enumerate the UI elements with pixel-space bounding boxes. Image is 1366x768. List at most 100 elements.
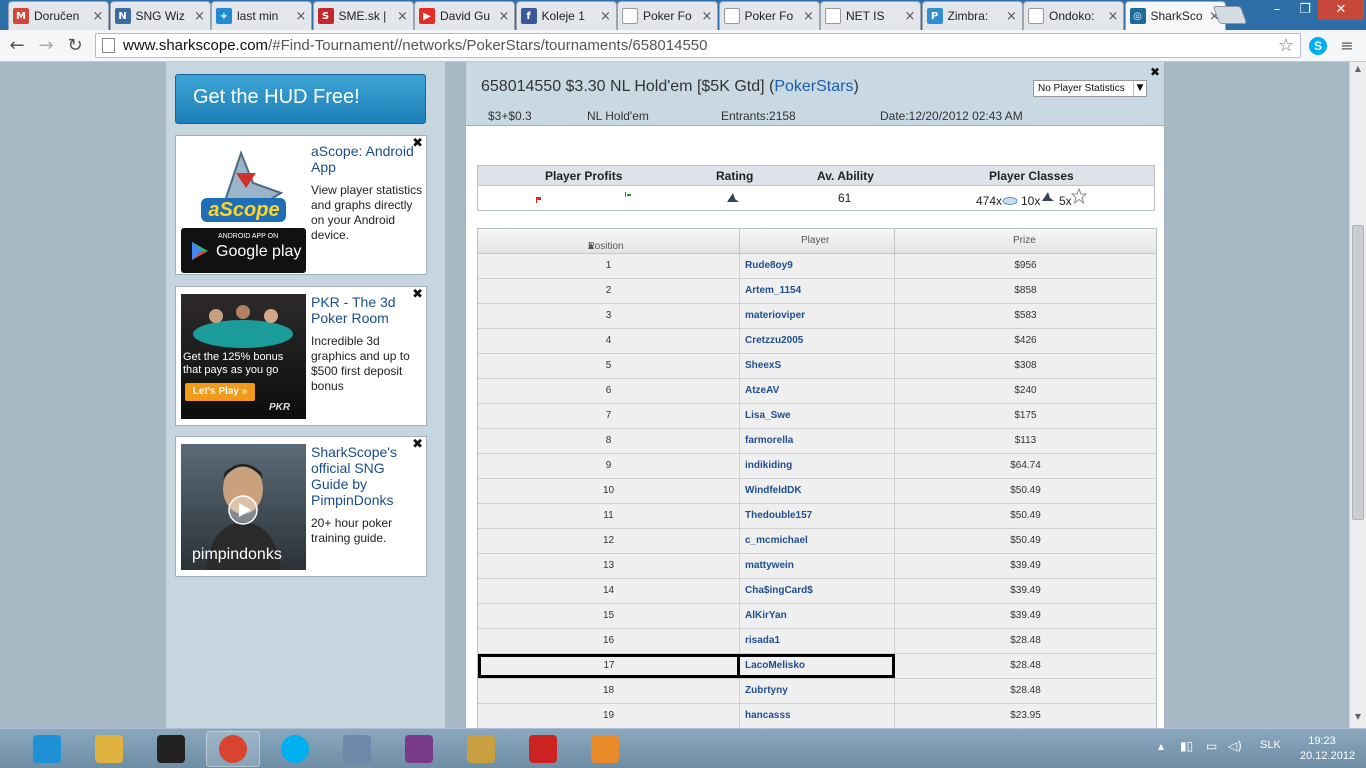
close-panel-icon[interactable]: ✖ <box>1150 65 1160 79</box>
scrollbar-thumb[interactable] <box>1352 225 1364 520</box>
maximize-button[interactable]: ❐ <box>1292 0 1318 20</box>
ad-sng-guide[interactable]: ✖ pimpindonks SharkScope's official SNG … <box>175 436 427 577</box>
table-row[interactable]: 9 indikiding $64.74 <box>478 454 1156 479</box>
browser-tab[interactable]: ▶ David Gu × <box>414 1 515 30</box>
player-link[interactable]: Cha$ingCard$ <box>740 579 895 603</box>
pkr-image[interactable]: Get the 125% bonus that pays as you go L… <box>181 294 306 419</box>
close-tab-icon[interactable]: × <box>904 9 916 24</box>
player-statistics-select[interactable]: No Player Statistics ▼ <box>1033 80 1147 97</box>
back-arrow-icon[interactable]: ← <box>4 34 30 58</box>
winrar-icon[interactable] <box>392 731 446 767</box>
skype-extension-icon[interactable]: S <box>1307 35 1329 57</box>
network-icon[interactable]: ▮▯ <box>1180 739 1193 753</box>
ad-heading[interactable]: PKR - The 3d Poker Room <box>311 294 423 326</box>
close-tab-icon[interactable]: × <box>803 9 815 24</box>
language-indicator[interactable]: SLK <box>1260 739 1281 751</box>
ad-pkr[interactable]: ✖ Get the 125% bonus that pays as you go… <box>175 286 427 426</box>
close-tab-icon[interactable]: × <box>498 9 510 24</box>
chrome-icon[interactable] <box>206 731 260 767</box>
network-link[interactable]: PokerStars <box>774 78 853 95</box>
browser-tab[interactable]: N SNG Wiz × <box>109 1 211 30</box>
address-bar[interactable]: www.sharkscope.com/#Find-Tournament//net… <box>95 33 1301 58</box>
player-link[interactable]: mattywein <box>740 554 895 578</box>
table-row[interactable]: 14 Cha$ingCard$ $39.49 <box>478 579 1156 604</box>
player-link[interactable]: Lisa_Swe <box>740 404 895 428</box>
pokerstars-icon[interactable] <box>516 731 570 767</box>
table-row[interactable]: 1 Rude8oy9 $956 <box>478 254 1156 279</box>
ascope-app-image[interactable]: aScope ANDROID APP ON Google play <box>181 143 306 273</box>
menu-icon[interactable]: ≡ <box>1334 34 1360 58</box>
table-row[interactable]: 10 WindfeldDK $50.49 <box>478 479 1156 504</box>
show-hidden-icons[interactable]: ▴ <box>1158 739 1164 753</box>
player-link[interactable]: Zubrtyny <box>740 679 895 703</box>
close-tab-icon[interactable]: × <box>397 9 409 24</box>
browser-tab[interactable]: P Zimbra: × <box>921 1 1023 30</box>
table-row[interactable]: 3 materioviper $583 <box>478 304 1156 329</box>
paint-icon[interactable] <box>578 731 632 767</box>
close-window-button[interactable]: ✕ <box>1318 0 1364 20</box>
close-tab-icon[interactable]: × <box>1006 9 1018 24</box>
forward-arrow-icon[interactable]: → <box>33 34 59 58</box>
player-link[interactable]: risada1 <box>740 629 895 653</box>
table-row[interactable]: 4 Cretzzu2005 $426 <box>478 329 1156 354</box>
mail-icon[interactable] <box>454 731 508 767</box>
table-row[interactable]: 2 Artem_1154 $858 <box>478 279 1156 304</box>
table-row[interactable]: 17 LacoMelisko $28.48 <box>478 654 1156 679</box>
close-tab-icon[interactable]: × <box>92 9 104 24</box>
ad-heading[interactable]: aScope: Android App <box>311 143 423 175</box>
battery-icon[interactable]: ▭ <box>1206 739 1217 753</box>
player-link[interactable]: Thedouble157 <box>740 504 895 528</box>
browser-tab[interactable]: S SME.sk | × <box>312 1 414 30</box>
browser-tab[interactable]: Poker Fo × <box>718 1 820 30</box>
table-row[interactable]: 15 AlKirYan $39.49 <box>478 604 1156 629</box>
browser-tab[interactable]: + last min × <box>211 1 312 30</box>
minimize-button[interactable]: – <box>1262 0 1292 20</box>
close-tab-icon[interactable]: × <box>295 9 307 24</box>
table-row[interactable]: 13 mattywein $39.49 <box>478 554 1156 579</box>
bookmark-star-icon[interactable]: ☆ <box>1278 35 1294 56</box>
lets-play-button[interactable]: Let's Play » <box>185 383 255 401</box>
player-link[interactable]: indikiding <box>740 454 895 478</box>
browser-tab[interactable]: Ondoko: × <box>1023 1 1124 30</box>
table-row[interactable]: 8 farmorella $113 <box>478 429 1156 454</box>
player-link[interactable]: c_mcmichael <box>740 529 895 553</box>
amazon-icon[interactable] <box>144 731 198 767</box>
player-link[interactable]: AlKirYan <box>740 604 895 628</box>
player-link[interactable]: WindfeldDK <box>740 479 895 503</box>
volume-icon[interactable]: ◁) <box>1228 739 1242 753</box>
table-row[interactable]: 12 c_mcmichael $50.49 <box>478 529 1156 554</box>
column-player[interactable]: Player <box>801 235 829 246</box>
page-scrollbar[interactable]: ▲ ▼ <box>1349 62 1366 728</box>
player-link[interactable]: Rude8oy9 <box>740 254 895 278</box>
browser-tab[interactable]: M Doručen × <box>8 1 109 30</box>
skype-icon[interactable] <box>268 731 322 767</box>
player-link[interactable]: AtzeAV <box>740 379 895 403</box>
documents-icon[interactable] <box>330 731 384 767</box>
close-tab-icon[interactable]: × <box>600 9 612 24</box>
table-row[interactable]: 18 Zubrtyny $28.48 <box>478 679 1156 704</box>
player-link[interactable]: SheexS <box>740 354 895 378</box>
browser-tab[interactable]: f Koleje 1 × <box>515 1 617 30</box>
table-row[interactable]: 11 Thedouble157 $50.49 <box>478 504 1156 529</box>
file-explorer-icon[interactable] <box>82 731 136 767</box>
player-link[interactable]: materioviper <box>740 304 895 328</box>
browser-tab[interactable]: Poker Fo × <box>617 1 718 30</box>
table-row[interactable]: 6 AtzeAV $240 <box>478 379 1156 404</box>
browser-tab[interactable]: ◎ SharkSco × <box>1124 1 1226 30</box>
close-tab-icon[interactable]: × <box>1107 9 1119 24</box>
ad-ascope[interactable]: ✖ aScope ANDROID APP ON Google play aSco… <box>175 135 427 275</box>
table-row[interactable]: 16 risada1 $28.48 <box>478 629 1156 654</box>
close-tab-icon[interactable]: × <box>194 9 206 24</box>
player-link[interactable]: farmorella <box>740 429 895 453</box>
reload-icon[interactable]: ↻ <box>62 34 88 58</box>
internet-explorer-icon[interactable] <box>20 731 74 767</box>
new-tab-button[interactable] <box>1212 6 1248 24</box>
video-thumbnail[interactable]: pimpindonks <box>181 444 306 570</box>
player-link[interactable]: hancasss <box>740 704 895 728</box>
google-play-badge[interactable]: ANDROID APP ON Google play <box>181 228 306 273</box>
column-prize[interactable]: Prize <box>1013 235 1036 246</box>
player-link[interactable]: Artem_1154 <box>740 279 895 303</box>
url-text[interactable]: www.sharkscope.com/#Find-Tournament//net… <box>123 37 707 54</box>
browser-tab[interactable]: NET IS × <box>820 1 921 30</box>
ad-heading[interactable]: SharkScope's official SNG Guide by Pimpi… <box>311 444 423 508</box>
